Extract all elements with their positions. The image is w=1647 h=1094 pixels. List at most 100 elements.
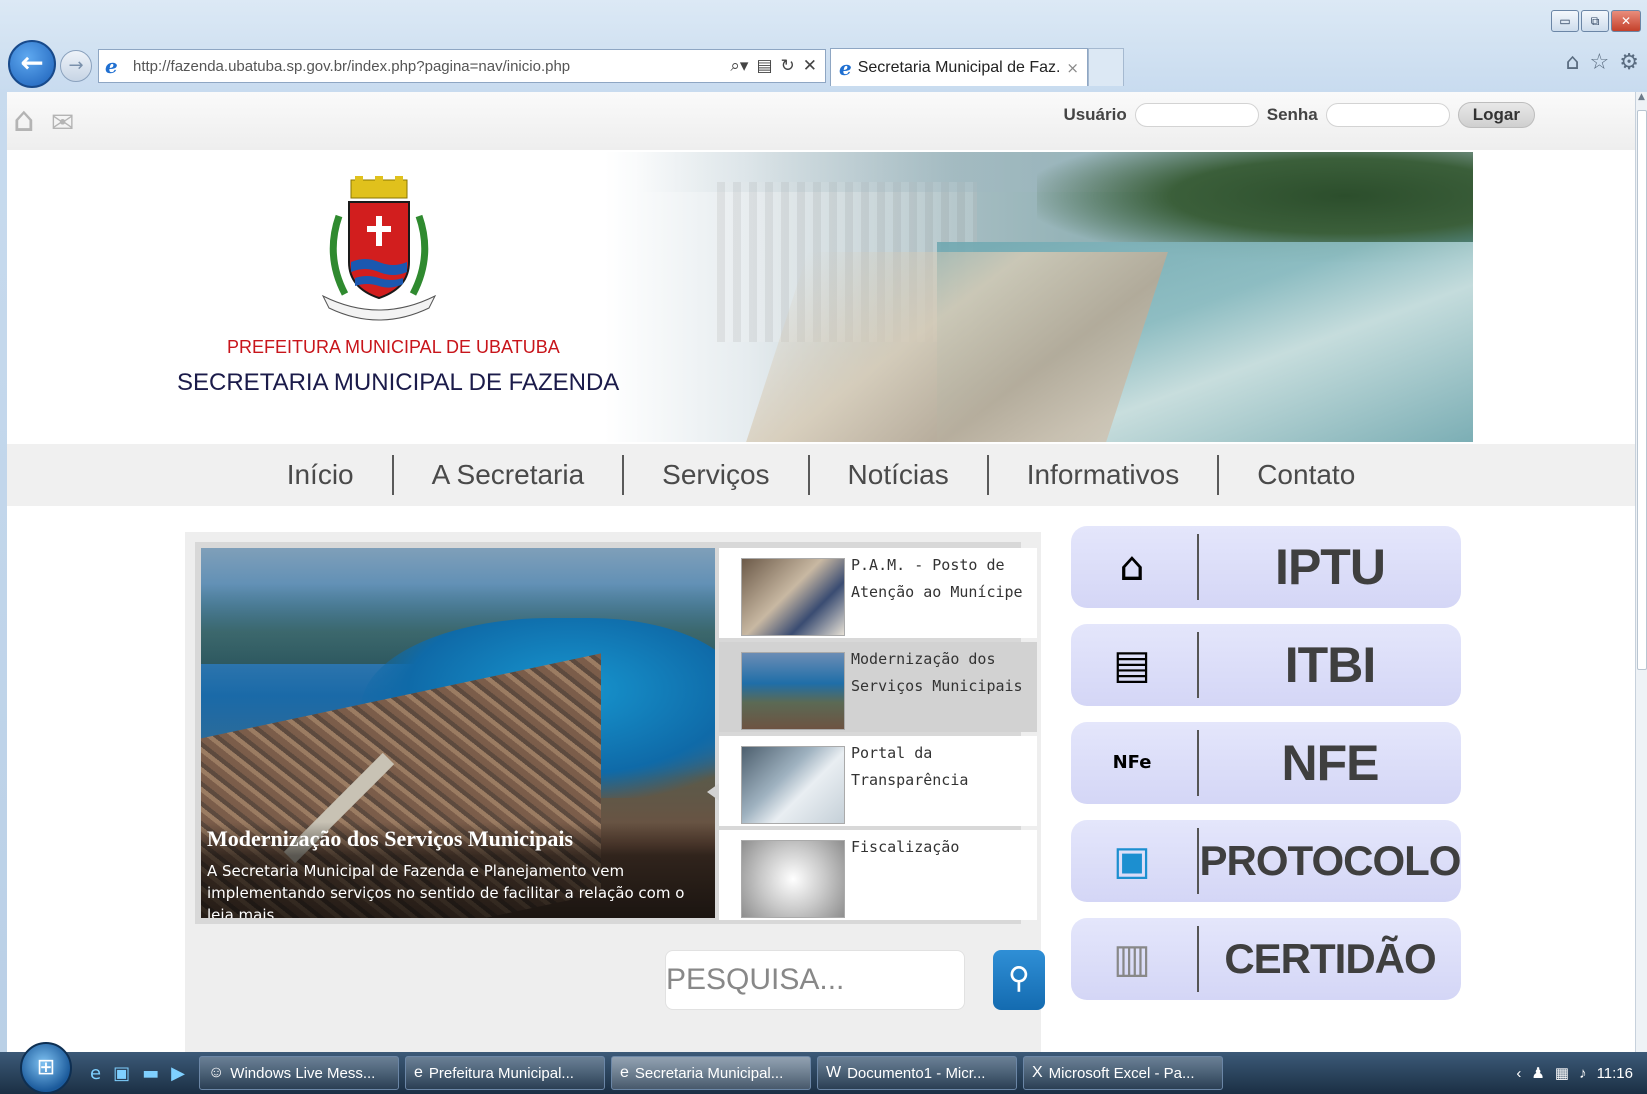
taskbar: ⊞ e ▣ ▬ ▶ ☺ Windows Live Mess... e Prefeit… (0, 1042, 1647, 1094)
password-input[interactable] (1325, 103, 1450, 127)
start-button[interactable]: ⊞ (20, 1042, 72, 1094)
menu-item-servicos[interactable]: Serviços (624, 459, 807, 491)
top-bar: ⌂ ✉ Usuário Senha Logar (7, 92, 1635, 150)
thumb-label: Fiscalização (851, 838, 960, 856)
show-desktop-icon[interactable]: ▬ (142, 1063, 159, 1084)
scroll-thumb[interactable] (1637, 110, 1647, 670)
ie-page-icon: e (105, 54, 118, 78)
task-button-active[interactable]: e Secretaria Municipal... (610, 1056, 811, 1090)
thumb-item-active[interactable]: Modernização dos Serviços Municipais (707, 642, 1037, 802)
menu-item-informativos[interactable]: Informativos (989, 459, 1218, 491)
ie-task-icon: e (619, 1064, 629, 1081)
refresh-icon[interactable]: ↻ (781, 56, 795, 76)
task-button[interactable]: e Prefeitura Municipal... (404, 1056, 605, 1090)
news-slider: Modernização dos Serviços Municipais A S… (195, 542, 1037, 924)
tray-expand-icon[interactable]: ‹ (1516, 1065, 1521, 1082)
filing-cabinet-icon: ▣ (1113, 838, 1151, 884)
thumb-label: P.A.M. - Posto de Atenção ao Munícipe (851, 556, 1023, 601)
browser-tab[interactable]: e Secretaria Municipal de Faz... × (830, 48, 1088, 86)
gear-icon[interactable]: ⚙ (1619, 50, 1639, 75)
service-label: IPTU (1275, 539, 1386, 595)
minimize-button[interactable]: ▭ (1551, 10, 1579, 32)
clock[interactable]: 11:16 (1597, 1065, 1633, 1082)
content-area: Modernização dos Serviços Municipais A S… (185, 532, 1045, 1052)
switch-windows-icon[interactable]: ▣ (113, 1063, 130, 1084)
search-button[interactable]: ⚲ (993, 950, 1045, 1010)
slide-title[interactable]: Modernização dos Serviços Municipais (207, 826, 709, 852)
menu-item-inicio[interactable]: Início (249, 459, 392, 491)
nfe-badge-icon: NFe (1112, 752, 1152, 773)
slide-main[interactable]: Modernização dos Serviços Municipais A S… (201, 548, 715, 918)
service-itbi-button[interactable]: ▤ ITBI (1071, 624, 1461, 706)
compat-icon[interactable]: ▤ (756, 56, 772, 76)
scroll-up-icon[interactable]: ▲ (1636, 92, 1647, 102)
tab-close-icon[interactable]: × (1066, 59, 1079, 77)
url-text[interactable]: http://fazenda.ubatuba.sp.gov.br/index.p… (133, 58, 730, 75)
secretaria-title: SECRETARIA MUNICIPAL DE FAZENDA (177, 369, 620, 396)
new-tab-button[interactable] (1088, 48, 1124, 86)
tab-title: Secretaria Municipal de Faz... (857, 58, 1061, 76)
slide-caption: Modernização dos Serviços Municipais A S… (201, 822, 715, 918)
thumb-label: Modernização dos Serviços Municipais (851, 650, 1023, 695)
system-tray: ‹ ♟ ▦ ♪ 11:16 (1516, 1064, 1647, 1083)
thumb-item[interactable]: Portal da Transparência (719, 736, 1037, 826)
prefeitura-title: PREFEITURA MUNICIPAL DE UBATUBA (227, 337, 560, 357)
user-input[interactable] (1134, 103, 1259, 127)
restore-button[interactable]: ⧉ (1581, 10, 1609, 32)
thumb-item[interactable]: P.A.M. - Posto de Atenção ao Munícipe (719, 548, 1037, 638)
task-label: Documento1 - Micr... (847, 1064, 986, 1082)
home-icon[interactable]: ⌂ (13, 100, 35, 140)
network-icon[interactable]: ▦ (1555, 1064, 1569, 1082)
word-icon: W (825, 1064, 842, 1081)
ie-quicklaunch-icon[interactable]: e (90, 1063, 101, 1084)
service-label: PROTOCOLO (1199, 837, 1462, 884)
thumb-image (741, 558, 845, 636)
search-icon[interactable]: ⌕▾ (730, 56, 748, 76)
star-icon[interactable]: ☆ (1590, 50, 1610, 75)
mail-icon[interactable]: ✉ (51, 106, 74, 139)
forward-button[interactable]: → (60, 50, 92, 82)
task-label: Prefeitura Municipal... (428, 1064, 574, 1082)
header-banner: PREFEITURA MUNICIPAL DE UBATUBA SECRETAR… (177, 152, 1473, 442)
browser-toolbar-icons: ⌂ ☆ ⚙ (1566, 50, 1639, 75)
task-button[interactable]: X Microsoft Excel - Pa... (1022, 1056, 1223, 1090)
quick-launch: e ▣ ▬ ▶ (90, 1063, 185, 1084)
search-input[interactable]: PESQUISA... (665, 950, 965, 1010)
user-status-icon[interactable]: ♟ (1531, 1064, 1544, 1082)
task-label: Windows Live Mess... (230, 1064, 376, 1082)
excel-icon: X (1031, 1064, 1043, 1081)
slider-thumbnails: P.A.M. - Posto de Atenção ao Munícipe Mo… (707, 548, 1037, 920)
media-player-icon[interactable]: ▶ (171, 1063, 185, 1084)
task-button[interactable]: W Documento1 - Micr... (816, 1056, 1017, 1090)
main-menu: Início A Secretaria Serviços Notícias In… (7, 444, 1635, 506)
password-label: Senha (1266, 105, 1318, 124)
thumb-item[interactable]: Fiscalização (719, 830, 1037, 920)
taskbar-tasks: ☺ Windows Live Mess... e Prefeitura Munici… (198, 1056, 1223, 1090)
window-controls: ▭ ⧉ ✕ (1551, 10, 1641, 32)
menu-item-noticias[interactable]: Notícias (810, 459, 987, 491)
messenger-icon: ☺ (207, 1064, 225, 1081)
service-protocolo-button[interactable]: ▣ PROTOCOLO (1071, 820, 1461, 902)
task-button[interactable]: ☺ Windows Live Mess... (198, 1056, 399, 1090)
menu-item-secretaria[interactable]: A Secretaria (394, 459, 623, 491)
service-label: NFE (1281, 735, 1380, 791)
address-bar[interactable]: e http://fazenda.ubatuba.sp.gov.br/index… (98, 49, 826, 83)
service-certidao-button[interactable]: ▥ CERTIDÃO (1071, 918, 1461, 1000)
thumb-label: Portal da Transparência (851, 744, 969, 789)
address-tools: ⌕▾ ▤ ↻ ✕ (730, 56, 825, 76)
volume-icon[interactable]: ♪ (1579, 1065, 1587, 1082)
house-icon: ⌂ (1119, 544, 1145, 590)
service-nfe-button[interactable]: NFe NFE (1071, 722, 1461, 804)
back-button[interactable]: ← (8, 40, 56, 88)
login-button[interactable]: Logar (1457, 102, 1535, 128)
user-label: Usuário (1063, 105, 1127, 124)
ie-tab-icon: e (839, 55, 852, 80)
close-button[interactable]: ✕ (1611, 10, 1641, 32)
certificate-icon: ▥ (1113, 936, 1151, 982)
stop-icon[interactable]: ✕ (803, 56, 817, 76)
menu-item-contato[interactable]: Contato (1219, 459, 1393, 491)
service-iptu-button[interactable]: ⌂ IPTU (1071, 526, 1461, 608)
home-icon[interactable]: ⌂ (1566, 50, 1580, 75)
page-scrollbar[interactable]: ▲ (1635, 92, 1647, 1052)
thumb-image (741, 840, 845, 918)
